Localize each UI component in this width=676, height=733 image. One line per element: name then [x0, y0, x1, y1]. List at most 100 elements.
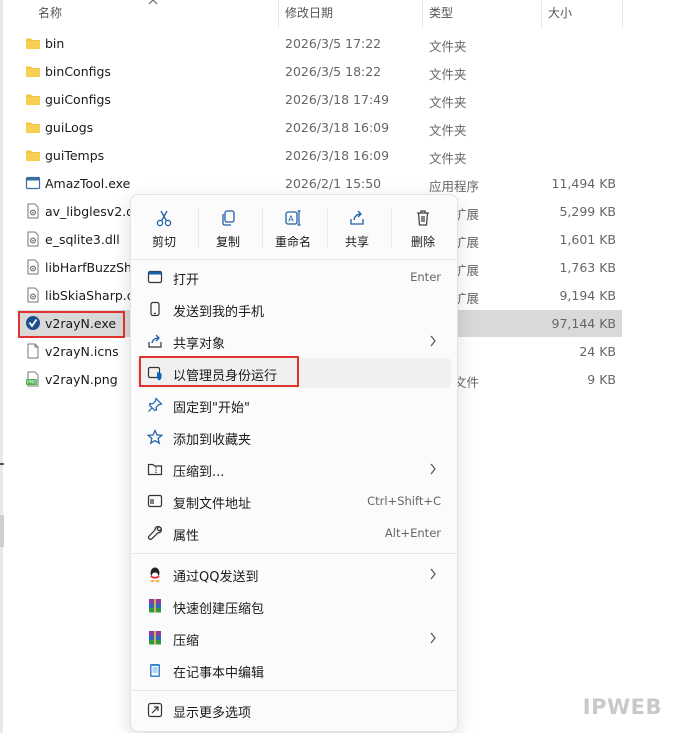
exe-icon: [25, 176, 41, 190]
svg-text:A: A: [288, 215, 294, 224]
winrar-icon: [149, 631, 161, 645]
header-name[interactable]: 名称: [38, 4, 62, 21]
column-divider[interactable]: [422, 0, 423, 28]
pane-scrollbar[interactable]: [0, 515, 4, 547]
file-type: 应用程序: [429, 179, 480, 194]
copy-label: 复制: [215, 235, 240, 249]
selected-file-highlight: [18, 311, 125, 338]
dll-icon: [27, 203, 39, 219]
pin-icon: [148, 397, 163, 412]
file-explorer: 名称 修改日期 类型 大小 bin 2026/3/5 17:22 文件夹 binCon…: [0, 0, 676, 733]
file-name: guiLogs: [45, 120, 94, 135]
menu-item-quick-archive[interactable]: 快速创建压缩包: [137, 591, 451, 621]
rename-icon: A: [285, 210, 301, 226]
share-button[interactable]: 共享: [327, 209, 387, 249]
cut-label: 剪切: [151, 235, 176, 249]
header-size[interactable]: 大小: [548, 4, 572, 21]
menu-item-label: 压缩到...: [173, 465, 225, 480]
menu-item-send-via-qq[interactable]: 通过QQ发送到: [137, 559, 451, 589]
file-size: 97,144 KB: [551, 316, 616, 331]
file-size: 5,299 KB: [559, 204, 616, 219]
menu-item-properties[interactable]: 属性 Alt+Enter: [137, 518, 451, 548]
file-size: 11,494 KB: [551, 176, 616, 191]
run-as-admin-highlight: [139, 356, 299, 387]
menu-item-compress[interactable]: 压缩: [137, 623, 451, 653]
column-divider[interactable]: [541, 0, 542, 28]
menu-item-compress-to[interactable]: 压缩到...: [137, 454, 451, 484]
sort-ascending-icon: [148, 0, 158, 5]
file-name: v2rayN.icns: [45, 344, 119, 359]
menu-item-open[interactable]: 打开 Enter: [137, 262, 451, 292]
file-row[interactable]: guiLogs 2026/3/18 16:09 文件夹: [18, 114, 622, 141]
file-row[interactable]: guiTemps 2026/3/18 16:09 文件夹: [18, 142, 622, 169]
menu-item-label: 通过QQ发送到: [173, 570, 259, 585]
file-name: bin: [45, 36, 65, 51]
qq-icon: [150, 567, 160, 582]
file-size: 24 KB: [579, 344, 616, 359]
chevron-right-icon: [430, 463, 436, 475]
share-with-icon: [148, 334, 162, 348]
delete-label: 删除: [410, 235, 435, 249]
file-date: 2026/3/18 16:09: [285, 148, 390, 163]
chevron-right-icon: [430, 335, 436, 347]
copy-icon: [222, 210, 235, 226]
column-divider[interactable]: [622, 0, 623, 28]
watermark-text: IPWEB: [582, 695, 662, 719]
menu-item-pin-to-start[interactable]: 固定到"开始": [137, 390, 451, 420]
file-size: 9 KB: [587, 372, 616, 387]
star-icon: [147, 429, 163, 445]
menu-item-copy-path[interactable]: 复制文件地址 Ctrl+Shift+C: [137, 486, 451, 516]
file-date: 2026/3/18 17:49: [285, 92, 390, 107]
menu-item-label: 显示更多选项: [173, 706, 252, 721]
file-size: 1,601 KB: [559, 232, 616, 247]
copy-path-icon: [147, 494, 163, 508]
menu-item-edit-in-notepad[interactable]: 在记事本中编辑: [137, 655, 451, 685]
menu-item-add-to-favorites[interactable]: 添加到收藏夹: [137, 422, 451, 452]
share-label: 共享: [344, 235, 369, 249]
column-divider[interactable]: [278, 0, 279, 28]
dll-icon: [27, 287, 39, 303]
file-row[interactable]: bin 2026/3/5 17:22 文件夹: [18, 30, 622, 57]
header-type[interactable]: 类型: [429, 4, 453, 21]
header-date[interactable]: 修改日期: [285, 4, 333, 21]
dll-icon: [27, 259, 39, 275]
cut-button[interactable]: 剪切: [134, 209, 194, 249]
file-name: e_sqlite3.dll: [45, 232, 120, 247]
file-date: 2026/3/5 18:22: [285, 64, 382, 79]
menu-divider: [132, 690, 456, 691]
file-date: 2026/3/5 17:22: [285, 36, 382, 51]
file-name: guiConfigs: [45, 92, 111, 107]
folder-icon: [26, 66, 40, 77]
png-icon: PNG: [26, 371, 39, 387]
menu-item-send-to-phone[interactable]: 发送到我的手机: [137, 294, 451, 324]
file-name: binConfigs: [45, 64, 111, 79]
menu-item-label: 添加到收藏夹: [173, 433, 252, 448]
navigation-pane-edge: [0, 0, 3, 733]
shortcut-text: Enter: [410, 270, 441, 284]
menu-item-label: 发送到我的手机: [173, 305, 265, 320]
column-header: 名称 修改日期 类型 大小: [0, 0, 676, 28]
pane-marker: [0, 463, 4, 465]
menu-item-label: 固定到"开始": [173, 401, 250, 416]
file-row[interactable]: guiConfigs 2026/3/18 17:49 文件夹: [18, 86, 622, 113]
menu-item-share-with[interactable]: 共享对象: [137, 326, 451, 356]
winrar-icon: [149, 599, 161, 613]
file-type: 文件夹: [429, 67, 467, 82]
watermark: IPWEB: [583, 695, 662, 719]
share-icon: [350, 210, 364, 225]
rename-button[interactable]: A 重命名: [263, 209, 323, 249]
menu-item-show-more-options[interactable]: 显示更多选项: [137, 695, 451, 725]
context-menu: 剪切 复制 A 重命名 共享 删除 打开 Enter 发送到我的手机 共享对象 …: [130, 194, 458, 732]
delete-button[interactable]: 删除: [393, 209, 453, 249]
copy-button[interactable]: 复制: [198, 209, 258, 249]
file-type: 文件夹: [429, 151, 467, 166]
file-row[interactable]: AmazTool.exe 2026/2/1 15:50 应用程序 11,494 KB: [18, 170, 622, 197]
file-name: av_libglesv2.dll: [45, 204, 142, 219]
file-row[interactable]: binConfigs 2026/3/5 18:22 文件夹: [18, 58, 622, 85]
dll-icon: [27, 231, 39, 247]
menu-item-label: 压缩: [173, 634, 200, 649]
open-icon: [147, 270, 163, 284]
file-size: 1,763 KB: [559, 260, 616, 275]
cut-icon: [156, 210, 172, 227]
delete-icon: [417, 210, 429, 226]
